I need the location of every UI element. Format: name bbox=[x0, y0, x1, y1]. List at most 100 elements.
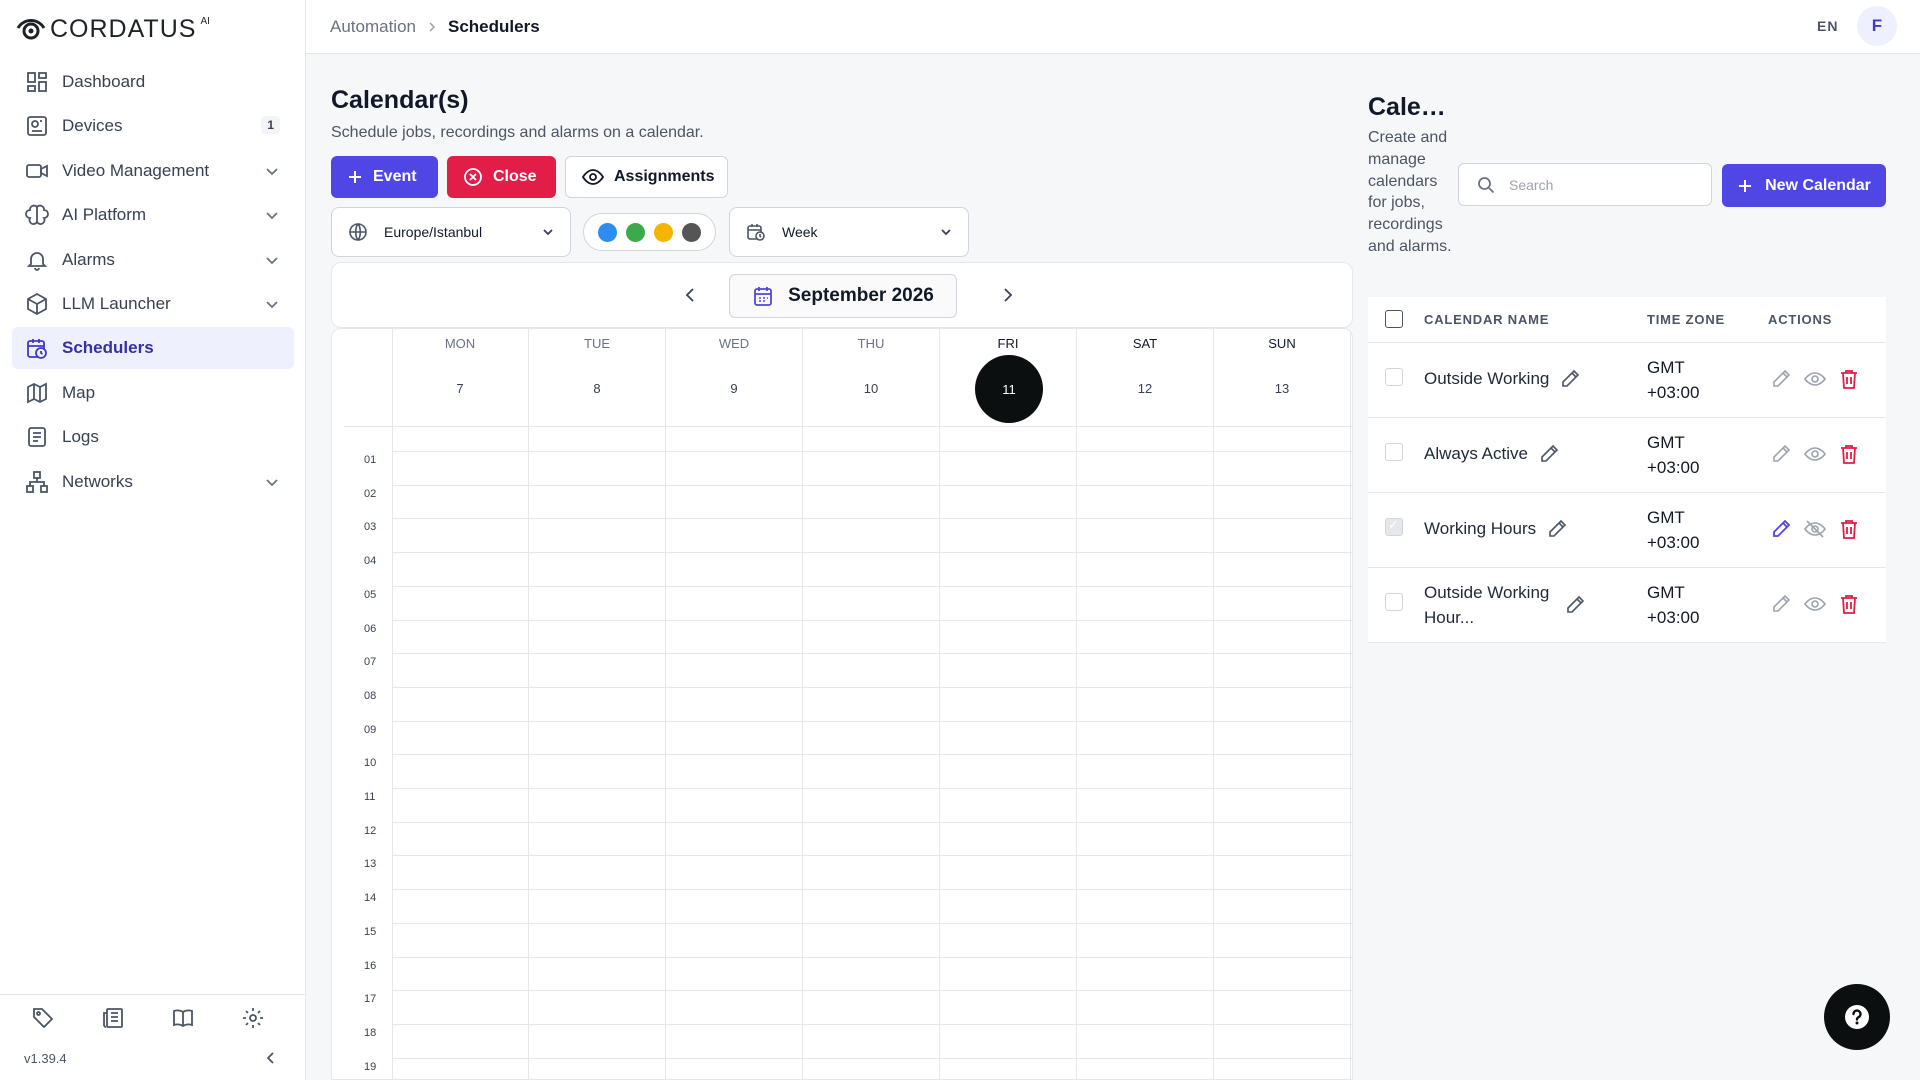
eye-icon[interactable] bbox=[1804, 593, 1826, 615]
rename-pencil-icon[interactable] bbox=[1559, 368, 1581, 390]
chevron-down-icon[interactable] bbox=[262, 250, 282, 270]
topbar: Automation Schedulers EN F bbox=[306, 0, 1920, 54]
sidebar-item-label: Networks bbox=[62, 471, 133, 491]
sidebar-item-dashboard[interactable]: Dashboard bbox=[12, 61, 294, 103]
rename-pencil-icon[interactable] bbox=[1546, 518, 1568, 540]
day-number[interactable]: 12 bbox=[1077, 381, 1213, 396]
search-field[interactable] bbox=[1458, 163, 1712, 206]
search-input[interactable] bbox=[1509, 176, 1689, 193]
chevron-right-icon[interactable] bbox=[996, 283, 1020, 307]
sidebar-item-alarms[interactable]: Alarms bbox=[12, 239, 294, 281]
edit-icon[interactable] bbox=[1770, 518, 1792, 540]
trash-icon[interactable] bbox=[1838, 368, 1860, 390]
hour-label: 08 bbox=[364, 690, 377, 702]
rename-pencil-icon[interactable] bbox=[1564, 594, 1586, 616]
sidebar-item-schedulers[interactable]: Schedulers bbox=[12, 327, 294, 370]
logo-eye-icon bbox=[16, 16, 46, 42]
edit-icon[interactable] bbox=[1770, 368, 1792, 390]
table-row[interactable]: Outside Working Hour... GMT +03:00 bbox=[1368, 568, 1886, 643]
month-picker[interactable]: September 2026 bbox=[729, 274, 957, 318]
hour-label: 05 bbox=[364, 589, 377, 601]
color-dot-yellow[interactable] bbox=[654, 222, 673, 242]
sidebar-item-devices[interactable]: Devices 1 bbox=[12, 105, 294, 147]
day-name: MON bbox=[444, 336, 476, 351]
day-column-tue[interactable]: TUE 8 bbox=[529, 329, 666, 1079]
chevron-down-icon[interactable] bbox=[262, 294, 282, 314]
trash-icon[interactable] bbox=[1838, 593, 1860, 615]
day-column-thu[interactable]: THU 10 bbox=[803, 329, 940, 1079]
day-column-fri[interactable]: FRI 11 bbox=[940, 329, 1077, 1079]
table-row[interactable]: Working Hours GMT +03:00 bbox=[1368, 493, 1886, 568]
logo[interactable]: CORDATUS AI bbox=[16, 14, 210, 44]
eye-off-icon[interactable] bbox=[1804, 518, 1826, 540]
row-checkbox[interactable] bbox=[1385, 593, 1403, 611]
hour-label: 12 bbox=[364, 825, 377, 837]
breadcrumb-automation[interactable]: Automation bbox=[330, 17, 416, 37]
tz-line-1: GMT bbox=[1647, 508, 1685, 527]
rename-pencil-icon[interactable] bbox=[1538, 443, 1560, 465]
new-calendar-button[interactable]: New Calendar bbox=[1722, 164, 1886, 207]
avatar[interactable]: F bbox=[1857, 6, 1897, 46]
sidebar-item-ai-platform[interactable]: AI Platform bbox=[12, 194, 294, 236]
close-button[interactable]: Close bbox=[447, 156, 556, 198]
eye-icon[interactable] bbox=[1804, 368, 1826, 390]
sidebar-item-video-management[interactable]: Video Management bbox=[12, 150, 294, 192]
day-number[interactable]: 13 bbox=[1214, 381, 1350, 396]
logo-sup: AI bbox=[200, 15, 210, 27]
sidebar-item-logs[interactable]: Logs bbox=[12, 416, 294, 458]
chevron-left-icon[interactable] bbox=[678, 283, 702, 307]
book-icon[interactable] bbox=[170, 1005, 196, 1031]
tz-line-2: +03:00 bbox=[1647, 533, 1700, 552]
collapse-sidebar-icon[interactable] bbox=[262, 1049, 280, 1067]
time-zone-cell: GMT +03:00 bbox=[1647, 505, 1699, 555]
hour-label: 01 bbox=[364, 454, 377, 466]
row-checkbox[interactable] bbox=[1385, 517, 1403, 536]
chevron-down-icon[interactable] bbox=[262, 472, 282, 492]
row-checkbox[interactable] bbox=[1385, 368, 1403, 386]
day-column-mon[interactable]: MON 7 bbox=[392, 329, 529, 1079]
assignments-button[interactable]: Assignments bbox=[565, 156, 728, 198]
week-grid[interactable]: MON 7 TUE 8 WED 9 THU 10 FRI 11 SAT 12 SUN 13 01 02 03 04… bbox=[331, 328, 1353, 1080]
day-number[interactable]: 10 bbox=[803, 381, 939, 396]
day-column-sun[interactable]: SUN 13 bbox=[1214, 329, 1351, 1079]
trash-icon[interactable] bbox=[1838, 518, 1860, 540]
day-name: SAT bbox=[1132, 336, 1158, 351]
edit-icon[interactable] bbox=[1770, 593, 1792, 615]
sidebar-item-networks[interactable]: Networks bbox=[12, 461, 294, 503]
day-name: WED bbox=[718, 336, 750, 351]
edit-icon[interactable] bbox=[1770, 443, 1792, 465]
trash-icon[interactable] bbox=[1838, 443, 1860, 465]
select-all-checkbox[interactable] bbox=[1385, 310, 1403, 328]
view-select[interactable]: Week bbox=[729, 207, 969, 257]
plus-icon bbox=[347, 169, 363, 185]
row-checkbox[interactable] bbox=[1385, 443, 1403, 461]
color-filter[interactable] bbox=[583, 213, 716, 251]
chevron-down-icon[interactable] bbox=[262, 205, 282, 225]
color-dot-green[interactable] bbox=[626, 222, 645, 242]
language-switch[interactable]: EN bbox=[1817, 18, 1838, 34]
add-event-button[interactable]: Event bbox=[331, 156, 438, 198]
day-number[interactable]: 8 bbox=[529, 381, 665, 396]
day-name: SUN bbox=[1268, 336, 1296, 351]
sidebar-item-llm-launcher[interactable]: LLM Launcher bbox=[12, 283, 294, 325]
hour-label: 18 bbox=[364, 1027, 377, 1039]
sidebar-item-map[interactable]: Map bbox=[12, 372, 294, 414]
table-row[interactable]: Always Active GMT +03:00 bbox=[1368, 418, 1886, 493]
today-day-number[interactable]: 11 bbox=[975, 355, 1043, 423]
day-column-sat[interactable]: SAT 12 bbox=[1077, 329, 1214, 1079]
chevron-down-icon[interactable] bbox=[262, 161, 282, 181]
gear-icon[interactable] bbox=[240, 1005, 266, 1031]
tag-icon[interactable] bbox=[30, 1005, 56, 1031]
timezone-select[interactable]: Europe/Istanbul bbox=[331, 207, 571, 257]
day-number[interactable]: 7 bbox=[392, 381, 528, 396]
eye-icon[interactable] bbox=[1804, 443, 1826, 465]
color-dot-blue[interactable] bbox=[598, 222, 617, 242]
day-column-wed[interactable]: WED 9 bbox=[666, 329, 803, 1079]
new-calendar-label: New Calendar bbox=[1765, 176, 1871, 194]
breadcrumb-current: Schedulers bbox=[448, 17, 540, 36]
help-button[interactable] bbox=[1824, 984, 1890, 1050]
table-row[interactable]: Outside Working GMT +03:00 bbox=[1368, 343, 1886, 418]
news-icon[interactable] bbox=[100, 1005, 126, 1031]
color-dot-gray[interactable] bbox=[682, 222, 701, 242]
day-number[interactable]: 9 bbox=[666, 381, 802, 396]
